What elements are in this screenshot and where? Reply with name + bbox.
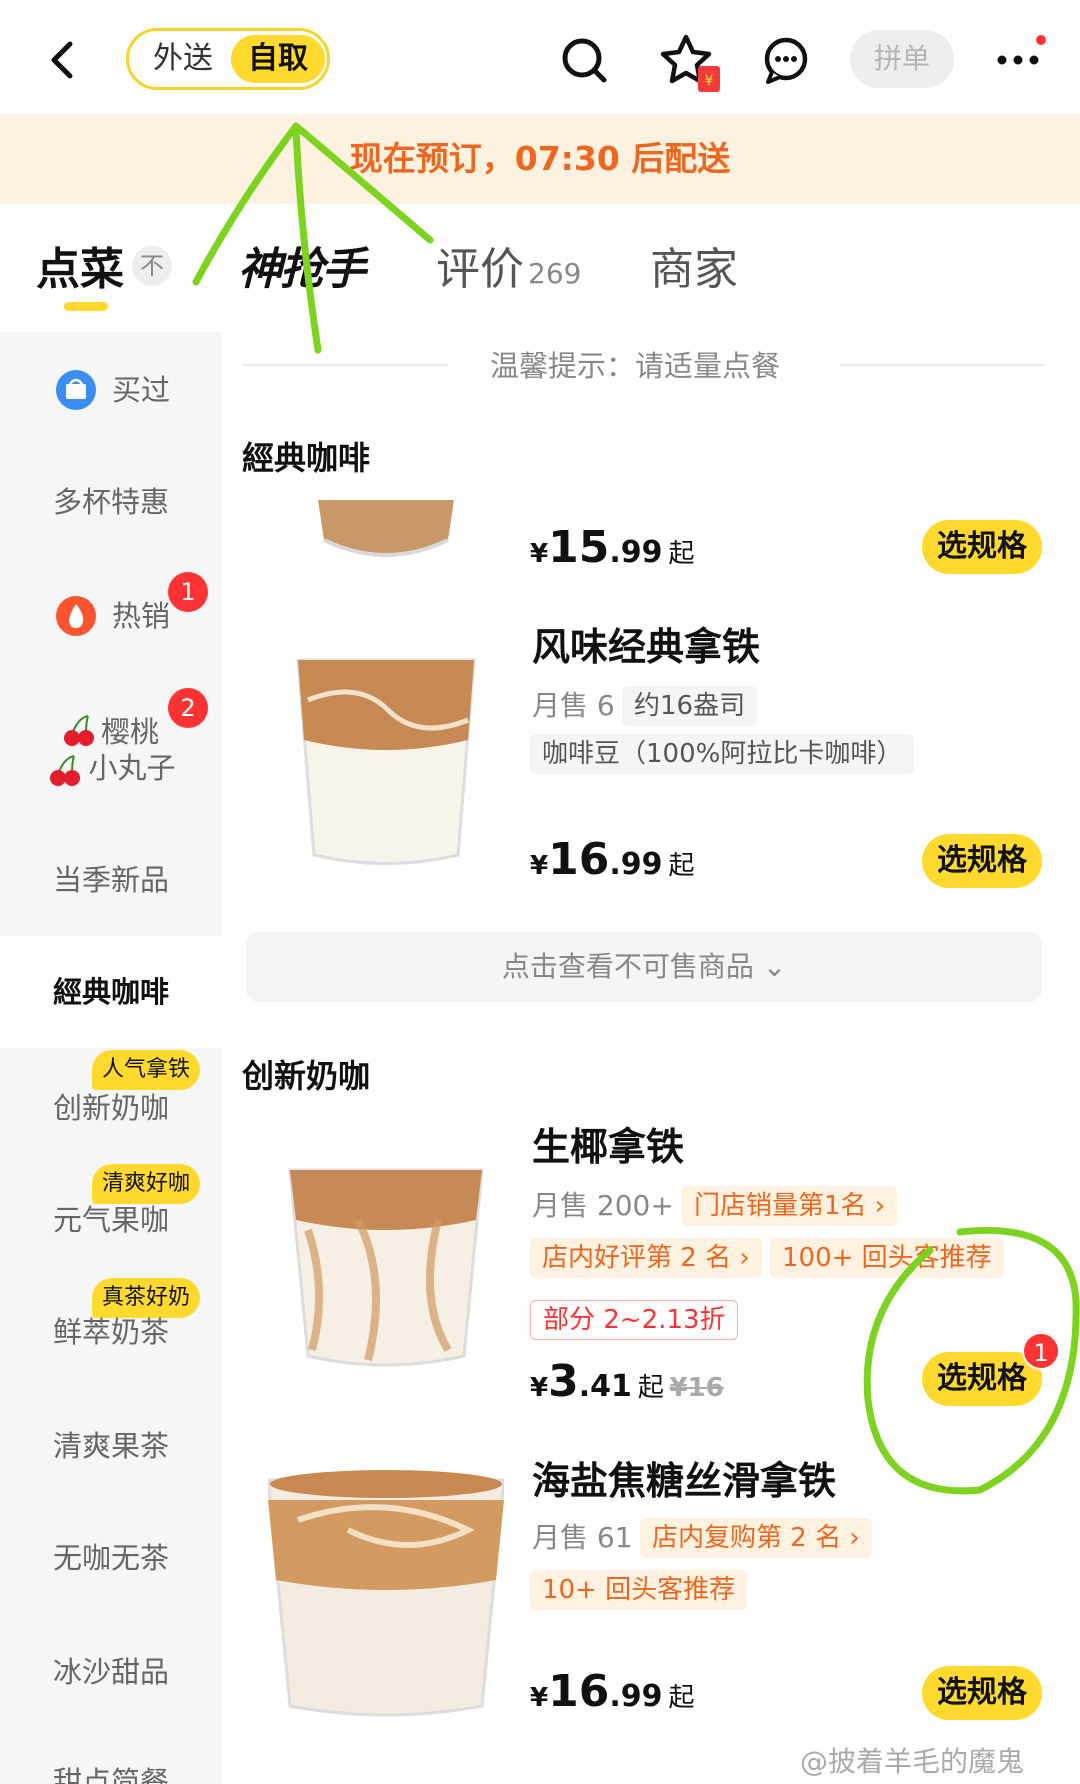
annotation-circle: [863, 1226, 1080, 1495]
annotation-arrow: [292, 122, 322, 354]
app-screen: 外送 自取 ¥ 拼单 现在预订，07:30 后配送 点菜 不 神抢手 评价 26…: [0, 0, 1080, 1784]
annotation-overlay: [192, 122, 1080, 1495]
annotation-arrow: [192, 122, 434, 286]
